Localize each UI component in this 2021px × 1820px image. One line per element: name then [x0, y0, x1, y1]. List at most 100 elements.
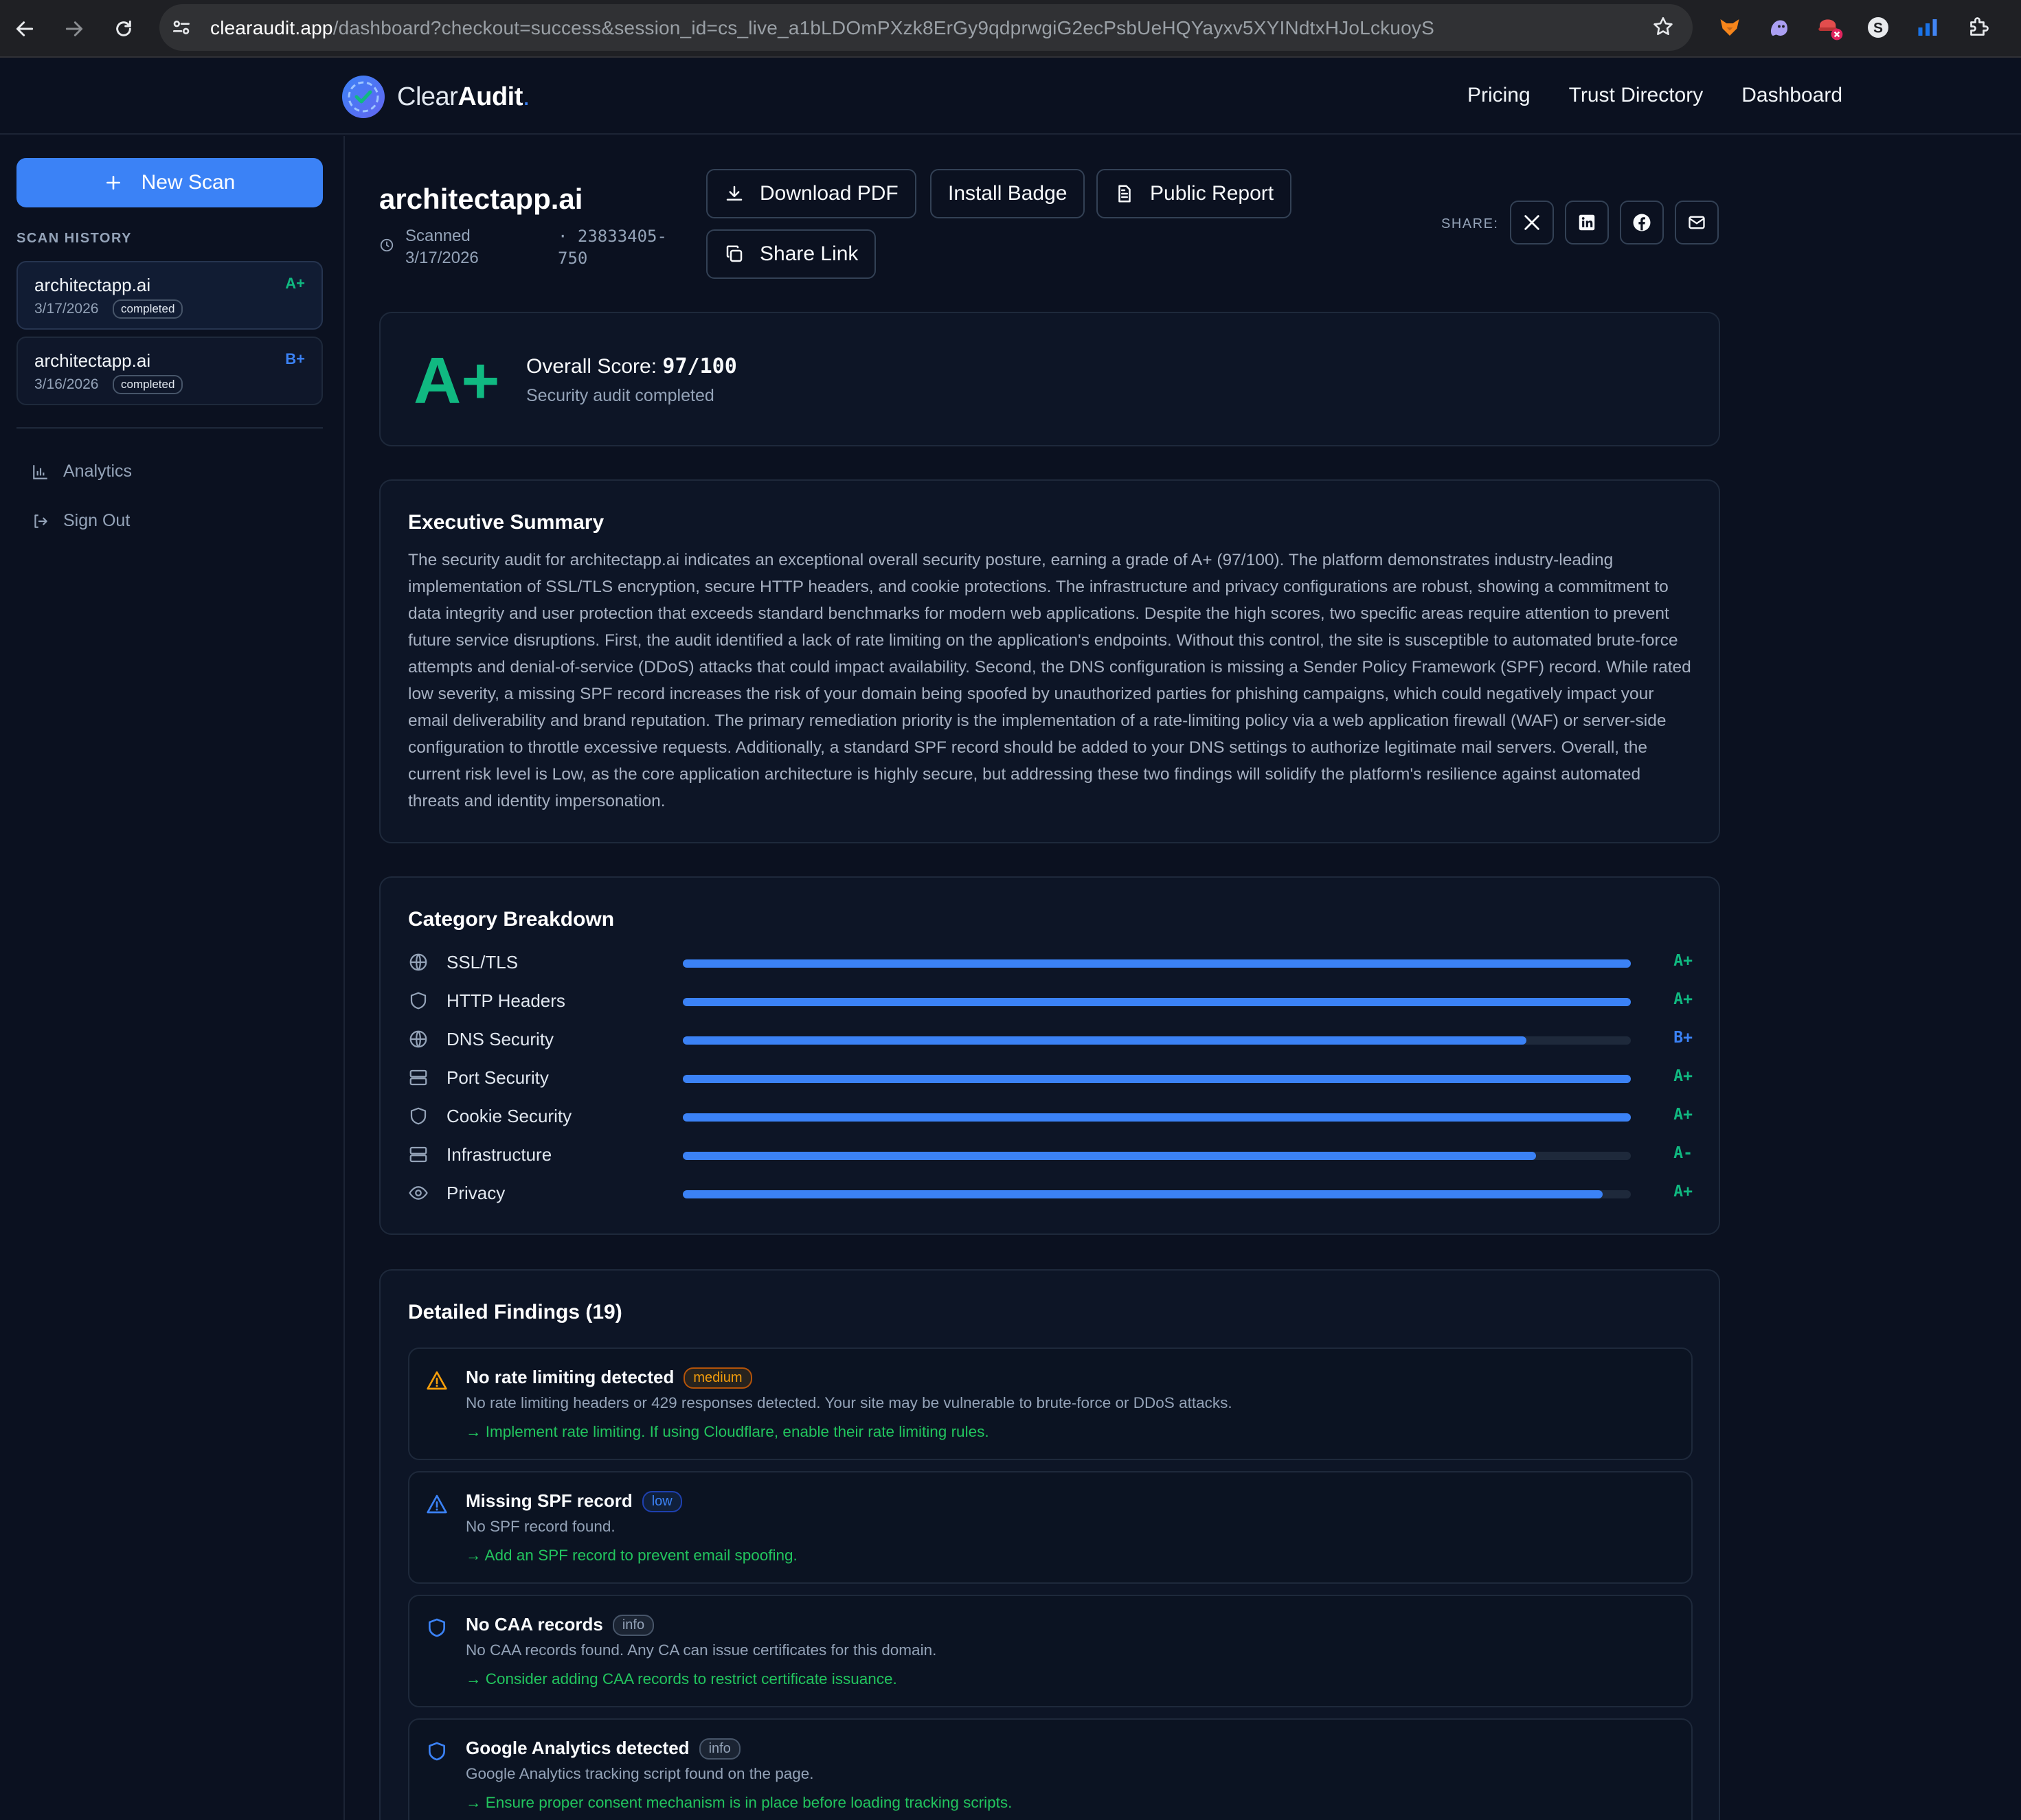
- extension-s-icon[interactable]: S: [1862, 11, 1895, 44]
- analytics-label: Analytics: [63, 462, 132, 481]
- history-item[interactable]: architectapp.ai A+ 3/17/2026 completed: [16, 261, 323, 330]
- category-name: Privacy: [447, 1183, 505, 1204]
- overall-score-card: A+ Overall Score: 97/100 Security audit …: [379, 312, 1720, 446]
- category-grade: B+: [1673, 1029, 1693, 1047]
- severity-badge: medium: [684, 1367, 752, 1389]
- category-progress-fill: [683, 998, 1631, 1006]
- category-progress-track: [683, 1075, 1631, 1083]
- new-scan-button[interactable]: New Scan: [16, 158, 323, 207]
- share-label: SHARE:: [1441, 216, 1498, 232]
- share-email-button[interactable]: [1675, 201, 1719, 244]
- forward-button[interactable]: [56, 11, 92, 47]
- download-pdf-label: Download PDF: [760, 182, 899, 205]
- extension-chart-icon[interactable]: [1911, 11, 1944, 44]
- sidebar-divider: [16, 427, 323, 429]
- brand-logo[interactable]: ClearAudit.: [341, 74, 530, 120]
- extension-fox-icon[interactable]: [1713, 11, 1746, 44]
- share-facebook-button[interactable]: [1620, 201, 1664, 244]
- reload-button[interactable]: [106, 11, 142, 47]
- bookmark-star-icon[interactable]: [1651, 15, 1675, 38]
- category-grade: A-: [1673, 1144, 1693, 1162]
- detailed-findings-card: Detailed Findings (19) No rate limiting …: [379, 1269, 1720, 1820]
- finding-title-text: Missing SPF record: [466, 1490, 633, 1511]
- category-row: Port SecurityA+: [408, 1059, 1693, 1097]
- finding-remediation: → Add an SPF record to prevent email spo…: [466, 1547, 798, 1565]
- browser-toolbar: clearaudit.app/dashboard?checkout=succes…: [0, 0, 2021, 58]
- scanned-date: Scanned 3/17/2026: [405, 225, 529, 269]
- finding-item[interactable]: Missing SPF recordlow No SPF record found…: [408, 1471, 1693, 1584]
- finding-remediation: → Implement rate limiting. If using Clou…: [466, 1423, 989, 1441]
- detailed-findings-heading: Detailed Findings (19): [408, 1301, 622, 1324]
- category-name: HTTP Headers: [447, 990, 565, 1012]
- extension-disabled-icon[interactable]: [1814, 11, 1847, 44]
- clock-icon: [379, 238, 394, 253]
- category-progress-track: [683, 1036, 1631, 1045]
- download-pdf-button[interactable]: Download PDF: [706, 169, 916, 218]
- executive-summary-heading: Executive Summary: [408, 511, 604, 534]
- history-date: 3/17/2026: [34, 301, 98, 317]
- top-nav: Pricing Trust Directory Dashboard: [1467, 84, 1842, 107]
- url-text: clearaudit.app/dashboard?checkout=succes…: [210, 17, 1434, 39]
- overall-score: Overall Score: 97/100: [526, 354, 737, 378]
- finding-title-text: No rate limiting detected: [466, 1367, 674, 1387]
- category-row: HTTP Headers A+: [408, 982, 1693, 1021]
- finding-item[interactable]: No rate limiting detected medium No rate l…: [408, 1347, 1693, 1460]
- category-row: PrivacyA+: [408, 1174, 1693, 1213]
- sidebar-item-analytics[interactable]: Analytics: [32, 462, 132, 481]
- status-badge: completed: [113, 375, 183, 394]
- warning-icon: [426, 1493, 448, 1515]
- site-settings-icon[interactable]: [170, 16, 192, 38]
- nav-dashboard[interactable]: Dashboard: [1741, 84, 1842, 107]
- finding-item[interactable]: Google Analytics detectedinfo Google Anal…: [408, 1718, 1693, 1820]
- share-linkedin-button[interactable]: [1565, 201, 1609, 244]
- category-grade: A+: [1673, 1067, 1693, 1085]
- finding-remediation: → Ensure proper consent mechanism is in …: [466, 1794, 1012, 1812]
- install-badge-button[interactable]: Install Badge: [930, 169, 1085, 218]
- url-path: /dashboard?checkout=success&session_id=c…: [333, 17, 1434, 38]
- extension-ghost-icon[interactable]: [1763, 11, 1796, 44]
- finding-description: Google Analytics tracking script found o…: [466, 1765, 814, 1783]
- category-grade: A+: [1673, 1106, 1693, 1124]
- extensions-puzzle-icon[interactable]: [1962, 11, 1995, 44]
- sidebar-item-sign-out[interactable]: Sign Out: [32, 511, 130, 531]
- public-report-button[interactable]: Public Report: [1096, 169, 1291, 218]
- shield-icon: [408, 1106, 429, 1126]
- back-button[interactable]: [7, 11, 43, 47]
- scan-history-heading: SCAN HISTORY: [16, 231, 132, 247]
- bar-chart-icon: [32, 463, 49, 481]
- finding-title: Missing SPF recordlow: [466, 1490, 682, 1512]
- overall-grade: A+: [414, 343, 499, 419]
- finding-title: Google Analytics detectedinfo: [466, 1738, 741, 1760]
- share-x-button[interactable]: [1510, 201, 1554, 244]
- status-badge: completed: [113, 299, 183, 319]
- warning-icon: [426, 1369, 448, 1391]
- category-name: Cookie Security: [447, 1106, 572, 1127]
- share-link-button[interactable]: Share Link: [706, 229, 876, 279]
- install-badge-label: Install Badge: [948, 182, 1067, 205]
- address-bar[interactable]: clearaudit.app/dashboard?checkout=succes…: [159, 4, 1693, 51]
- nav-trust-directory[interactable]: Trust Directory: [1569, 84, 1704, 107]
- overall-score-label: Overall Score:: [526, 355, 657, 378]
- category-progress-fill: [683, 959, 1631, 968]
- shield-icon: [426, 1740, 448, 1762]
- category-row: Cookie Security A+: [408, 1097, 1693, 1136]
- category-row: DNS Security B+: [408, 1021, 1693, 1059]
- category-name: DNS Security: [447, 1029, 554, 1050]
- sign-out-icon: [32, 512, 49, 530]
- finding-item[interactable]: No CAA recordsinfoNo CAA records found. …: [408, 1595, 1693, 1707]
- finding-description: No SPF record found.: [466, 1518, 616, 1536]
- app-header: ClearAudit. Pricing Trust Directory Dash…: [0, 59, 2021, 135]
- category-grade: A+: [1673, 990, 1693, 1008]
- arrow-left-icon: [14, 18, 36, 40]
- category-grade: A+: [1673, 952, 1693, 970]
- download-icon: [724, 183, 745, 204]
- x-logo-icon: [1522, 213, 1542, 232]
- finding-description: No rate limiting headers or 429 response…: [466, 1394, 1232, 1412]
- shield-icon: [408, 990, 429, 1011]
- category-progress-track: [683, 959, 1631, 968]
- finding-remediation: → Consider adding CAA records to restric…: [466, 1670, 897, 1688]
- history-item[interactable]: architectapp.ai B+ 3/16/2026 completed: [16, 337, 323, 405]
- category-progress-fill: [683, 1152, 1536, 1160]
- nav-pricing[interactable]: Pricing: [1467, 84, 1531, 107]
- document-icon: [1114, 183, 1135, 204]
